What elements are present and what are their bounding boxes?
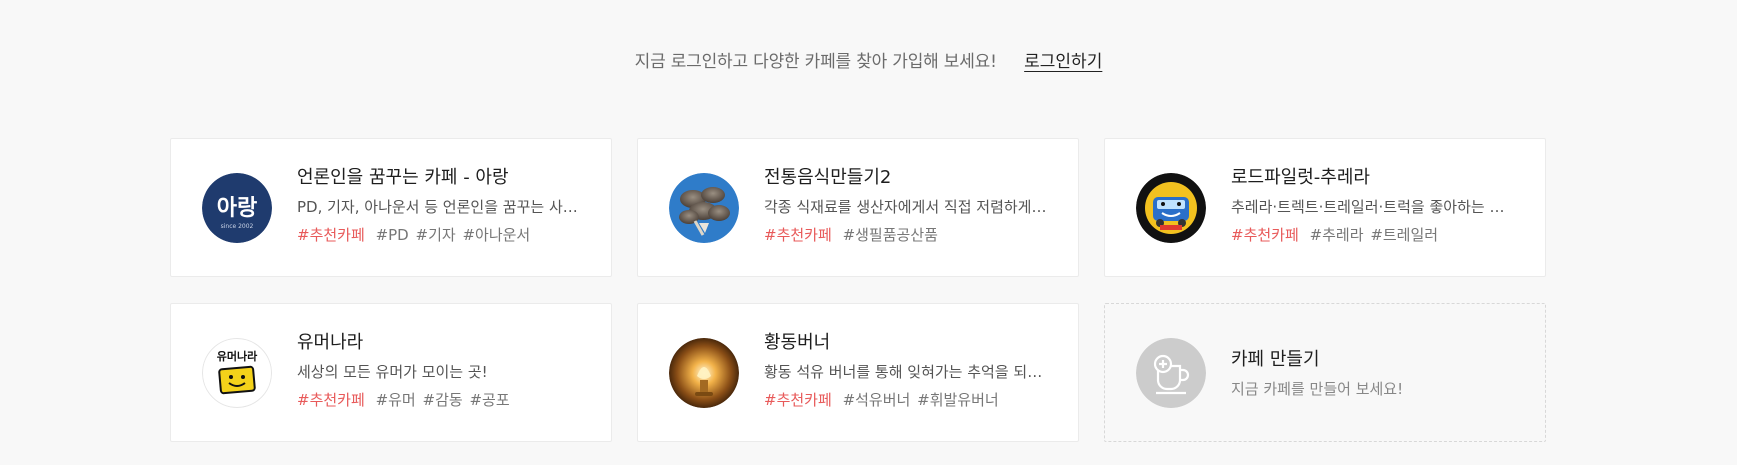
- recommend-tag[interactable]: #추천카페: [764, 226, 832, 244]
- svg-text:since 2002: since 2002: [221, 223, 254, 230]
- cafe-tag[interactable]: #휘발유버너: [917, 391, 999, 409]
- cafe-description: PD, 기자, 아나운서 등 언론인을 꿈꾸는 사람들의 모임: [297, 198, 582, 216]
- cafe-tag[interactable]: #아나운서: [462, 226, 530, 244]
- cafe-tag[interactable]: #감동: [423, 391, 463, 409]
- cafe-name: 황동버너: [764, 332, 831, 353]
- cafe-logo-mushroom: [669, 173, 739, 243]
- cafe-tags: #추천카페 #생필품공산품: [764, 224, 1054, 246]
- cafe-name: 유머나라: [297, 332, 364, 353]
- cafe-tag[interactable]: #생필품공산품: [843, 226, 938, 244]
- cafe-tag[interactable]: #기자: [416, 226, 456, 244]
- cafe-tags: #추천카페 #추레라 #트레일러: [1231, 224, 1521, 246]
- cafe-tag[interactable]: #공포: [469, 391, 509, 409]
- cafe-tag[interactable]: #트레일러: [1370, 226, 1438, 244]
- login-prompt-message: 지금 로그인하고 다양한 카페를 찾아 가입해 보세요!: [634, 52, 997, 72]
- recommend-tag[interactable]: #추천카페: [1231, 226, 1299, 244]
- cafe-tags: #추천카페 #석유버너 #휘발유버너: [764, 389, 1054, 411]
- cafe-name: 전통음식만들기2: [764, 167, 892, 188]
- recommend-tag[interactable]: #추천카페: [297, 391, 365, 409]
- cafe-logo-arang: 아랑 since 2002: [202, 173, 272, 243]
- cafe-tags: #추천카페 #PD #기자 #아나운서: [297, 224, 587, 246]
- cafe-tag[interactable]: #유머: [376, 391, 416, 409]
- add-cafe-cup-icon: [1136, 338, 1206, 408]
- cafe-logo-truck: [1136, 173, 1206, 243]
- cafe-description: 각종 식재료를 생산자에게서 직접 저렴하게 구입하는 곳: [764, 198, 1049, 216]
- cafe-card[interactable]: 로드파일럿-추레라 추레라·트렉트·트레일러·트럭을 좋아하는 사람들 #추천카…: [1104, 138, 1546, 277]
- create-cafe-title: 카페 만들기: [1231, 349, 1320, 370]
- cafe-name: 언론인을 꿈꾸는 카페 - 아랑: [297, 167, 509, 188]
- cafe-card[interactable]: 황동버너 황동 석유 버너를 통해 잊혀가는 추억을 되새기는 곳 #추천카페 …: [637, 303, 1079, 442]
- create-cafe-card[interactable]: 카페 만들기 지금 카페를 만들어 보세요!: [1104, 303, 1546, 442]
- svg-text:유머나라: 유머나라: [217, 349, 258, 363]
- svg-text:아랑: 아랑: [217, 196, 257, 221]
- login-link[interactable]: 로그인하기: [1024, 52, 1102, 72]
- cafe-logo-humor: 유머나라: [202, 338, 272, 408]
- cafe-description: 세상의 모든 유머가 모이는 곳!: [297, 363, 488, 381]
- cafe-card[interactable]: 유머나라 유머나라 세상의 모든 유머가 모이는 곳! #추천카페 #유머 #감…: [170, 303, 612, 442]
- cafe-tag[interactable]: #PD: [376, 226, 409, 244]
- cafe-description: 황동 석유 버너를 통해 잊혀가는 추억을 되새기는 곳: [764, 363, 1049, 381]
- cafe-tags: #추천카페 #유머 #감동 #공포: [297, 389, 587, 411]
- recommend-tag[interactable]: #추천카페: [764, 391, 832, 409]
- cafe-name: 로드파일럿-추레라: [1231, 167, 1370, 188]
- login-prompt-bar: 지금 로그인하고 다양한 카페를 찾아 가입해 보세요! 로그인하기: [0, 48, 1737, 76]
- cafe-tag[interactable]: #석유버너: [843, 391, 911, 409]
- cafe-logo-brass-burner: [669, 338, 739, 408]
- cafe-tag[interactable]: #추레라: [1310, 226, 1364, 244]
- cafe-card[interactable]: 전통음식만들기2 각종 식재료를 생산자에게서 직접 저렴하게 구입하는 곳 #…: [637, 138, 1079, 277]
- cafe-card[interactable]: 아랑 since 2002 언론인을 꿈꾸는 카페 - 아랑 PD, 기자, 아…: [170, 138, 612, 277]
- cafe-grid: 아랑 since 2002 언론인을 꿈꾸는 카페 - 아랑 PD, 기자, 아…: [170, 138, 1546, 442]
- recommend-tag[interactable]: #추천카페: [297, 226, 365, 244]
- cafe-description: 추레라·트렉트·트레일러·트럭을 좋아하는 사람들: [1231, 198, 1516, 216]
- create-cafe-subtitle: 지금 카페를 만들어 보세요!: [1231, 380, 1404, 398]
